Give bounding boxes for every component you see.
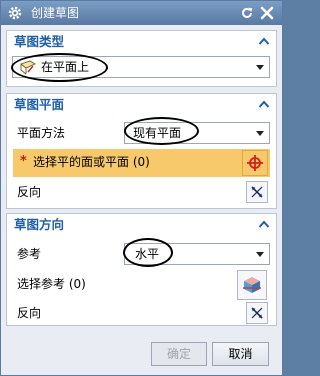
crosshair-icon (247, 155, 263, 171)
title-bar: 创建草图 (1, 1, 282, 25)
reset-icon[interactable] (239, 5, 255, 21)
collapse-chevron-icon[interactable] (258, 219, 270, 229)
dropdown-arrow-icon[interactable] (256, 65, 264, 70)
reference-object-icon (243, 277, 261, 293)
reverse-label: 反向 (17, 185, 42, 199)
sketch-orientation-header[interactable]: 草图方向 (7, 214, 276, 236)
reverse-direction-icon (251, 186, 263, 198)
sketch-type-panel: 草图类型 在平面上 (6, 30, 277, 87)
gear-icon (8, 6, 22, 20)
reverse-label: 反向 (17, 306, 42, 320)
select-planar-face-row[interactable]: * 选择平的面或平面 (0) (13, 149, 270, 177)
sketch-type-dropdown[interactable]: 在平面上 (12, 56, 270, 78)
crosshair-select-button[interactable] (242, 150, 268, 176)
sketch-plane-panel: 草图平面 平面方法 现有平面 * 选择平的面或平面 (0) 反向 (6, 93, 277, 209)
section-title: 草图类型 (14, 34, 65, 49)
reverse-direction-button[interactable] (246, 302, 268, 324)
collapse-chevron-icon[interactable] (258, 36, 270, 46)
reference-label: 参考 (17, 247, 42, 261)
sketch-type-header[interactable]: 草图类型 (7, 31, 276, 53)
sketch-orientation-panel: 草图方向 参考 水平 选择参考 (0) 反向 (6, 213, 277, 326)
close-icon[interactable] (259, 5, 275, 21)
section-title: 草图平面 (14, 97, 65, 112)
dropdown-arrow-icon[interactable] (256, 252, 264, 257)
plane-method-label: 平面方法 (17, 126, 66, 140)
reference-dropdown[interactable]: 水平 (124, 243, 270, 265)
dropdown-arrow-icon[interactable] (256, 131, 264, 136)
reference-value: 水平 (135, 247, 160, 261)
collapse-chevron-icon[interactable] (258, 99, 270, 109)
select-planar-face-label: 选择平的面或平面 (0) (33, 155, 150, 169)
cancel-button[interactable]: 取消 (212, 342, 269, 366)
section-title: 草图方向 (14, 217, 65, 232)
reverse-direction-button[interactable] (246, 181, 268, 203)
ok-button[interactable]: 确定 (151, 342, 207, 366)
plane-method-value: 现有平面 (133, 126, 182, 140)
sketch-plane-header[interactable]: 草图平面 (7, 94, 276, 116)
dialog-title: 创建草图 (31, 6, 80, 20)
select-reference-label: 选择参考 (0) (17, 277, 86, 291)
sketch-type-value: 在平面上 (41, 60, 90, 74)
sketch-on-plane-icon (20, 60, 36, 75)
select-reference-button[interactable] (237, 270, 267, 300)
required-marker: * (20, 154, 27, 169)
create-sketch-dialog: 创建草图 草图类型 在平面上 草图平面 平面方法 现有平面 * 选择平的面或平面… (0, 0, 283, 376)
reverse-direction-icon (251, 307, 263, 319)
plane-method-dropdown[interactable]: 现有平面 (124, 122, 270, 144)
